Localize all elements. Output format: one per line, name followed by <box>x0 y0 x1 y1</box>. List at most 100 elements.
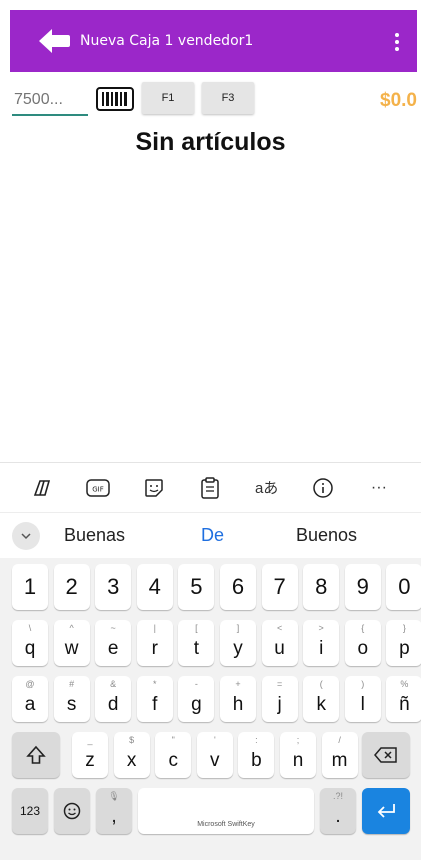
clipboard-icon[interactable] <box>193 471 227 505</box>
suggestion-bar: Buenas De Buenos <box>0 512 421 558</box>
sticker-icon[interactable] <box>137 471 171 505</box>
letter-row-1: \ q ^ w ~ e | r[t] y < u > i{o} p <box>0 616 421 670</box>
letter-key[interactable]: :b <box>238 732 275 778</box>
enter-key[interactable] <box>362 788 410 834</box>
key-alt-label: } <box>402 623 406 633</box>
number-key[interactable]: 3 <box>95 564 132 610</box>
translate-icon[interactable]: aあ <box>250 471 284 505</box>
period-key[interactable]: .?! . <box>320 788 356 834</box>
emoji-key[interactable] <box>54 788 90 834</box>
back-button[interactable] <box>34 21 74 61</box>
letter-key[interactable]: \ q <box>12 620 48 666</box>
number-key[interactable]: 0 <box>386 564 421 610</box>
number-key[interactable]: 5 <box>178 564 215 610</box>
number-key[interactable]: 7 <box>261 564 298 610</box>
key-label: ñ <box>399 694 410 715</box>
numbers-toggle-key[interactable]: 123 <box>12 788 48 834</box>
barcode-scan-button[interactable] <box>96 86 134 112</box>
letter-key[interactable]: % ñ <box>386 676 421 722</box>
space-key[interactable]: Microsoft SwiftKey <box>138 788 314 834</box>
microphone-icon: 🎙 <box>108 791 120 801</box>
key-label: 9 <box>356 574 369 599</box>
letter-key[interactable]: {o <box>344 620 381 666</box>
empty-cart-message: Sin artículos <box>135 128 286 156</box>
letter-key[interactable]: ; n <box>280 732 316 778</box>
letter-key[interactable]: = j <box>261 676 298 722</box>
key-label: l <box>360 694 365 715</box>
collapse-suggestions-icon[interactable] <box>12 521 40 550</box>
letter-key[interactable]: _ z <box>72 732 108 778</box>
key-alt-label: \ <box>28 623 32 633</box>
number-key[interactable]: 9 <box>344 564 381 610</box>
letter-key[interactable]: (k <box>303 676 340 722</box>
key-label: 2 <box>65 574 78 599</box>
letter-key[interactable]: ] y <box>220 620 256 666</box>
back-arrow-icon <box>39 29 70 53</box>
key-label: o <box>357 638 369 659</box>
backspace-icon <box>374 747 397 763</box>
key-alt-label: & <box>110 679 117 689</box>
key-alt-label: ) <box>361 679 365 689</box>
letter-key[interactable]: | r <box>136 620 173 666</box>
letter-key[interactable]: [t <box>178 620 215 666</box>
number-key[interactable]: 6 <box>220 564 256 610</box>
number-key[interactable]: 1 <box>12 564 48 610</box>
letter-key[interactable]: $ x <box>113 732 150 778</box>
letter-key[interactable]: * f <box>136 676 173 722</box>
key-alt-label: $ <box>129 735 135 745</box>
letter-key[interactable]: / m <box>321 732 358 778</box>
letter-key[interactable]: ) l <box>344 676 381 722</box>
key-alt-label: < <box>276 623 283 633</box>
key-label: i <box>319 638 324 659</box>
key-label: 5 <box>190 574 203 599</box>
more-options-icon[interactable]: ··· <box>362 471 396 505</box>
letter-key[interactable]: ' v <box>196 732 233 778</box>
key-label: r <box>151 638 158 659</box>
key-alt-label: ; <box>296 735 300 745</box>
letter-key[interactable]: & d <box>95 676 132 722</box>
suggestion-item[interactable]: Buenos <box>296 525 357 546</box>
key-alt-label: > <box>318 623 324 633</box>
overflow-menu-icon[interactable] <box>389 28 405 56</box>
product-code-input[interactable] <box>12 86 88 116</box>
letter-key[interactable]: @ a <box>12 676 48 722</box>
key-label: q <box>24 638 36 659</box>
number-key[interactable]: 2 <box>53 564 90 610</box>
shift-key[interactable] <box>12 732 60 778</box>
key-alt-label: | <box>153 623 156 633</box>
key-alt-label: ^ <box>69 623 74 633</box>
shift-icon <box>26 745 46 764</box>
key-label: x <box>126 750 137 771</box>
backspace-key[interactable] <box>362 732 410 778</box>
suggestion-item[interactable]: De <box>201 525 224 546</box>
key-label: 6 <box>231 574 245 599</box>
enter-icon <box>377 804 395 818</box>
comma-key[interactable]: 🎙 , <box>96 788 132 834</box>
gif-icon[interactable]: GIF <box>81 471 115 505</box>
f1-button[interactable]: F1 <box>142 82 194 114</box>
key-alt-label: @ <box>25 679 35 689</box>
letter-key[interactable]: -g <box>178 676 215 722</box>
letter-key[interactable]: } p <box>386 620 421 666</box>
letter-key[interactable]: ~ e <box>95 620 132 666</box>
letter-key[interactable]: < u <box>261 620 298 666</box>
key-alt-label: : <box>255 735 258 745</box>
letter-key[interactable]: + h <box>220 676 256 722</box>
total-amount: $0.0 <box>380 90 417 111</box>
info-icon[interactable] <box>306 471 340 505</box>
key-alt-label: - <box>194 679 198 689</box>
letter-key[interactable]: " c <box>155 732 192 778</box>
f3-button[interactable]: F3 <box>202 82 254 114</box>
letter-key[interactable]: # s <box>53 676 90 722</box>
number-row: 1 2 3 4 5 6 7 8 9 0 <box>0 560 421 614</box>
key-alt-label: _ <box>87 735 93 745</box>
letter-key[interactable]: > i <box>303 620 340 666</box>
suggestion-item[interactable]: Buenas <box>64 525 125 546</box>
key-label: 1 <box>23 574 37 599</box>
key-label: e <box>107 638 119 659</box>
number-key[interactable]: 4 <box>136 564 173 610</box>
number-key[interactable]: 8 <box>303 564 340 610</box>
copilot-icon[interactable] <box>25 471 59 505</box>
letter-key[interactable]: ^ w <box>53 620 90 666</box>
key-label: 3 <box>107 574 120 599</box>
